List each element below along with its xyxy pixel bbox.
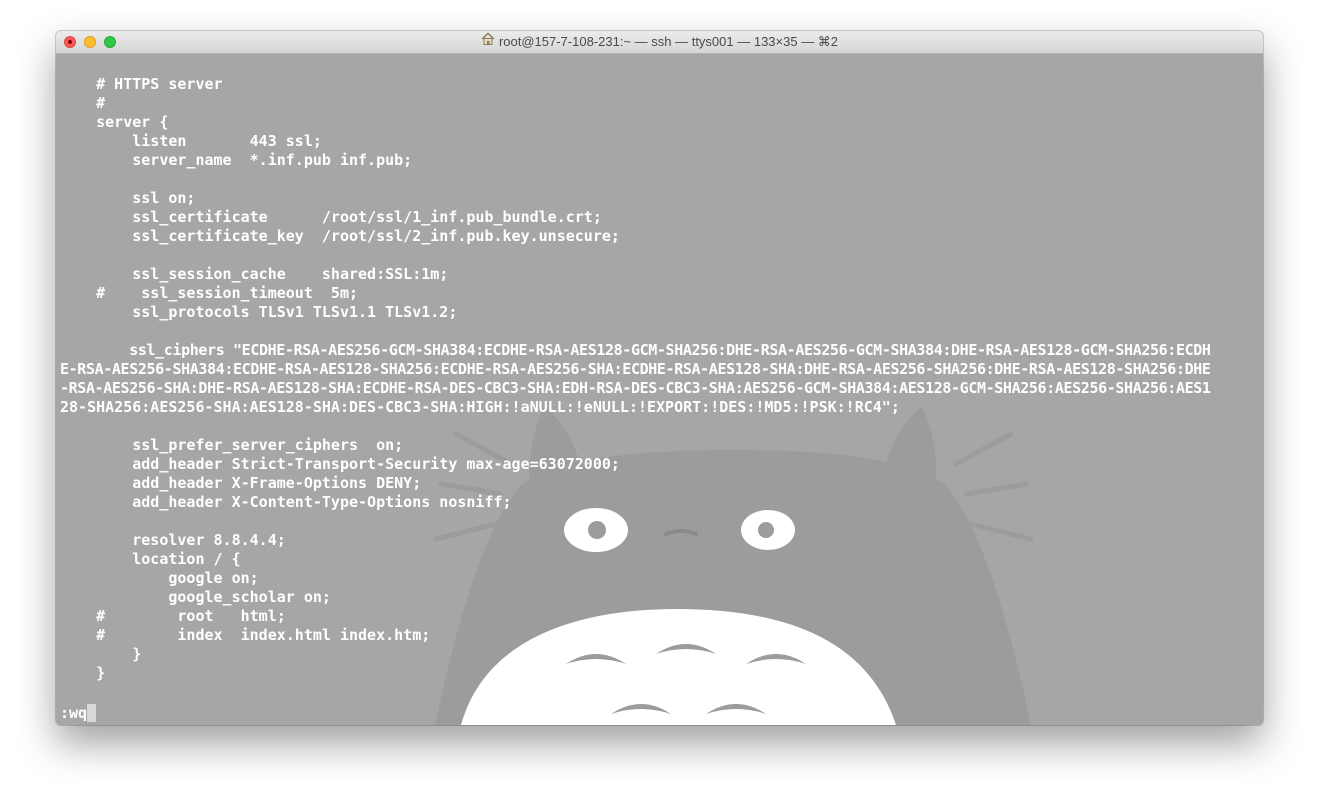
code-line: server {	[60, 113, 169, 131]
code-line: ssl_certificate /root/ssl/1_inf.pub_bund…	[60, 208, 602, 226]
code-line: ssl_certificate_key /root/ssl/2_inf.pub.…	[60, 227, 620, 245]
code-line: ssl_ciphers "ECDHE-RSA-AES256-GCM-SHA384…	[60, 341, 1211, 359]
code-line: server_name *.inf.pub inf.pub;	[60, 151, 413, 169]
code-line: ssl_session_cache shared:SSL:1m;	[60, 265, 449, 283]
code-line: ssl on;	[60, 189, 196, 207]
code-line: }	[60, 664, 106, 682]
title-bar[interactable]: root@157-7-108-231:~ — ssh — ttys001 — 1…	[56, 31, 1263, 54]
text-cursor	[87, 704, 97, 722]
terminal-window: root@157-7-108-231:~ — ssh — ttys001 — 1…	[56, 31, 1263, 725]
terminal-content[interactable]: # HTTPS server # server { listen 443 ssl…	[56, 54, 1263, 725]
code-line: 28-SHA256:AES256-SHA:AES128-SHA:DES-CBC3…	[60, 398, 900, 416]
vim-buffer[interactable]: # HTTPS server # server { listen 443 ssl…	[60, 75, 1211, 683]
code-line: #	[60, 94, 106, 112]
code-line: location / {	[60, 550, 241, 568]
code-line: # index index.html index.htm;	[60, 626, 431, 644]
code-line: ssl_prefer_server_ciphers on;	[60, 436, 404, 454]
code-line: add_header X-Frame-Options DENY;	[60, 474, 422, 492]
code-line: E-RSA-AES256-SHA384:ECDHE-RSA-AES128-SHA…	[60, 360, 1211, 378]
code-line: listen 443 ssl;	[60, 132, 322, 150]
window-title: root@157-7-108-231:~ — ssh — ttys001 — 1…	[498, 34, 839, 49]
code-line: google_scholar on;	[60, 588, 331, 606]
vim-command-line[interactable]: :wq	[60, 704, 97, 723]
command-text: :wq	[60, 704, 88, 722]
window-title-container: root@157-7-108-231:~ — ssh — ttys001 — 1…	[56, 31, 1263, 53]
home-icon	[481, 31, 495, 52]
code-line: -RSA-AES256-SHA:DHE-RSA-AES128-SHA:ECDHE…	[60, 379, 1211, 397]
code-line: google on;	[60, 569, 259, 587]
code-line: add_header Strict-Transport-Security max…	[60, 455, 620, 473]
code-line: # ssl_session_timeout 5m;	[60, 284, 359, 302]
code-line: }	[60, 645, 142, 663]
code-line: ssl_protocols TLSv1 TLSv1.1 TLSv1.2;	[60, 303, 458, 321]
code-line: add_header X-Content-Type-Options nosnif…	[60, 493, 512, 511]
code-line: # root html;	[60, 607, 286, 625]
code-line: resolver 8.8.4.4;	[60, 531, 286, 549]
code-line: # HTTPS server	[60, 75, 223, 93]
